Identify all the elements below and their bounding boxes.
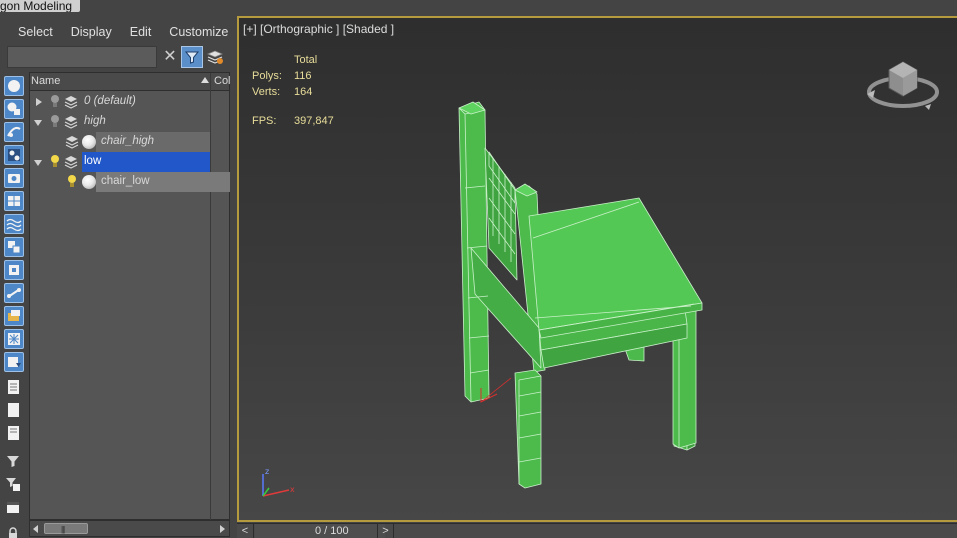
frame-counter: 0 / 100: [315, 525, 349, 537]
tree-row-chair-high[interactable]: chair_high: [30, 132, 229, 152]
scene-explorer-menubar: Select Display Edit Customize: [0, 20, 232, 44]
tree-row-low-layer[interactable]: low: [30, 152, 229, 172]
search-input[interactable]: [7, 46, 157, 68]
app-window: gon Modeling Select Display Edit Customi…: [0, 0, 957, 538]
svg-text:z: z: [265, 467, 269, 476]
tree-row-label: high: [84, 115, 106, 127]
lock-icon[interactable]: [4, 525, 24, 538]
lightbulb-on-icon[interactable]: [50, 154, 60, 170]
expand-arrow-icon[interactable]: [36, 98, 42, 106]
display-geometry-icon[interactable]: [4, 99, 24, 119]
display-spacewarps-icon[interactable]: [4, 214, 24, 234]
ribbon-tab-title[interactable]: gon Modeling: [0, 0, 80, 12]
grip-icon: |||: [61, 525, 65, 534]
display-frozen-icon[interactable]: [4, 329, 24, 349]
column-header-name[interactable]: Name: [31, 75, 60, 87]
display-hidden-icon[interactable]: [4, 352, 24, 372]
chair-model[interactable]: [239, 18, 957, 522]
geometry-object-icon: [82, 135, 96, 149]
menu-select[interactable]: Select: [18, 25, 53, 39]
tree-row-chair-low[interactable]: chair_low: [30, 172, 230, 192]
collapse-arrow-icon[interactable]: [34, 120, 42, 126]
layer-icon: [65, 136, 79, 149]
column-header-color[interactable]: Colo: [214, 75, 230, 87]
tree-row-label: chair_high: [101, 135, 155, 147]
layer-stack-icon: [206, 50, 224, 64]
viewcube-icon[interactable]: [865, 48, 941, 116]
display-containers-icon[interactable]: [4, 306, 24, 326]
display-groups-icon[interactable]: [4, 237, 24, 257]
search-row: ✕: [7, 46, 229, 68]
tree-row-default-layer[interactable]: 0 (default): [30, 92, 229, 112]
tree-row-label: low: [84, 155, 102, 167]
sort-ascending-icon: [201, 77, 209, 83]
scroll-thumb[interactable]: [44, 523, 88, 534]
filter-icon[interactable]: [4, 452, 24, 472]
lightbulb-on-icon[interactable]: [67, 174, 77, 190]
explorer-toolbar: [0, 70, 28, 538]
clear-search-icon[interactable]: ✕: [162, 48, 178, 66]
list-view-icon[interactable]: [4, 378, 24, 398]
display-all-icon[interactable]: [4, 76, 24, 96]
time-slider-next-button[interactable]: >: [377, 524, 394, 538]
layer-icon: [64, 156, 78, 169]
menu-edit[interactable]: Edit: [130, 25, 152, 39]
scroll-left-arrow-icon[interactable]: [33, 525, 38, 533]
tree-horizontal-scrollbar[interactable]: |||: [29, 520, 230, 537]
display-lights-icon[interactable]: [4, 145, 24, 165]
document-icon[interactable]: [4, 424, 24, 444]
layer-manager-button[interactable]: [206, 48, 224, 66]
tree-header: Name Colo: [30, 73, 230, 91]
axis-tripod-icon: z x: [262, 467, 295, 497]
lightbulb-off-icon[interactable]: [50, 114, 60, 130]
time-slider-prev-button[interactable]: <: [237, 524, 254, 538]
scene-tree: Name Colo 0 (default) high chair_high: [29, 72, 230, 521]
perspective-viewport[interactable]: [+] [Orthographic ] [Shaded ] Total Poly…: [237, 16, 957, 522]
display-xrefs-icon[interactable]: [4, 260, 24, 280]
funnel-icon: [184, 51, 200, 64]
menu-customize[interactable]: Customize: [169, 25, 228, 39]
tree-row-label: 0 (default): [84, 95, 136, 107]
tree-row-label: chair_low: [101, 175, 150, 187]
layer-icon: [64, 116, 78, 129]
scroll-right-arrow-icon[interactable]: [220, 525, 225, 533]
blank-page-icon[interactable]: [4, 401, 24, 421]
display-shapes-icon[interactable]: [4, 122, 24, 142]
lightbulb-off-icon[interactable]: [50, 94, 60, 110]
collapse-arrow-icon[interactable]: [34, 160, 42, 166]
filter-toggle-button[interactable]: [181, 46, 203, 68]
geometry-object-icon: [82, 175, 96, 189]
filter-list-icon[interactable]: [4, 475, 24, 495]
svg-text:x: x: [290, 485, 295, 494]
tree-row-high-layer[interactable]: high: [30, 112, 229, 132]
display-bones-icon[interactable]: [4, 283, 24, 303]
menu-display[interactable]: Display: [71, 25, 112, 39]
time-slider-thumb[interactable]: 0 / 100: [255, 524, 385, 538]
display-helpers-icon[interactable]: [4, 191, 24, 211]
display-cameras-icon[interactable]: [4, 168, 24, 188]
panel-icon[interactable]: [4, 498, 24, 518]
layer-icon: [64, 96, 78, 109]
time-slider[interactable]: < 0 / 100 >: [237, 523, 957, 538]
